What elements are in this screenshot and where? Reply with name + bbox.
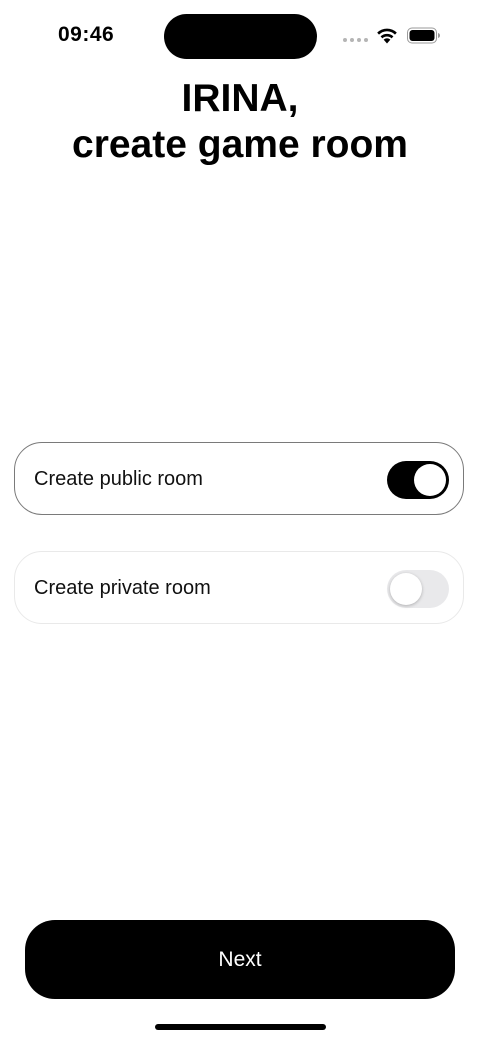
private-room-option[interactable]: Create private room	[14, 551, 464, 624]
public-room-toggle[interactable]	[387, 461, 449, 499]
page-title-line-2: create game room	[72, 123, 408, 166]
private-room-label: Create private room	[34, 577, 211, 599]
page-title-line-1: IRINA,	[181, 77, 299, 120]
private-room-toggle[interactable]	[387, 570, 449, 608]
page-title: IRINA, create game room	[0, 76, 480, 168]
signal-dots-icon	[343, 38, 369, 43]
battery-icon	[407, 27, 440, 44]
toggle-knob	[390, 573, 422, 605]
home-indicator[interactable]	[155, 1024, 326, 1030]
status-time: 09:46	[58, 23, 115, 46]
status-bar: 09:46	[0, 0, 480, 72]
next-button[interactable]: Next	[25, 920, 455, 999]
public-room-label: Create public room	[34, 468, 203, 490]
toggle-knob	[414, 464, 446, 496]
wifi-icon	[377, 28, 397, 44]
public-room-option[interactable]: Create public room	[14, 442, 464, 515]
dynamic-island	[164, 14, 317, 59]
